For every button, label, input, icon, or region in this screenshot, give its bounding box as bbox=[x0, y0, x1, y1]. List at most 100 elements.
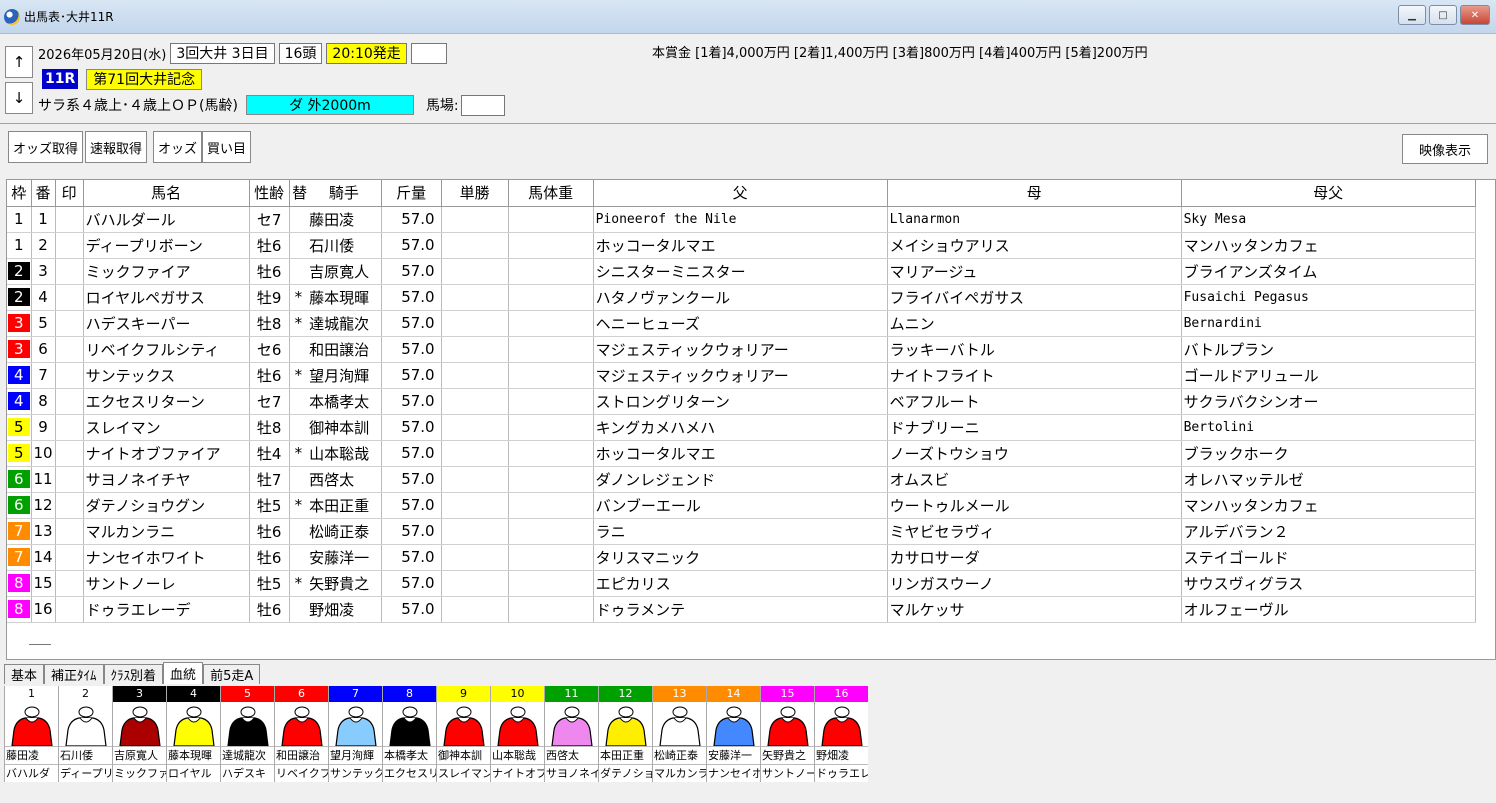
table-row[interactable]: 4 7 サンテックス 牡6 * 望月洵輝 57.0 マジェスティックウォリアー ナイトフライトゴ… bbox=[7, 362, 1476, 389]
waku-badge: 8 bbox=[7, 600, 30, 618]
table-row[interactable]: 5 9 スレイマン 牡8 御神本訓 57.0 キングカメハメハ ドナブリーニ Bertolini bbox=[7, 414, 1476, 441]
col-header[interactable]: 枠 bbox=[7, 180, 32, 207]
col-header[interactable]: 母 bbox=[887, 180, 1182, 207]
col-header[interactable]: 父 bbox=[593, 180, 888, 207]
jockey: 矢野貴之 bbox=[307, 570, 382, 597]
silk-column[interactable]: 7 望月洵輝 サンテック bbox=[328, 686, 382, 782]
table-row[interactable]: 3 6 リベイクフルシティ セ6 和田譲治 57.0 マジェスティックウォリアー ラッキーバト… bbox=[7, 336, 1476, 363]
horse-name: ナンセイホワイト bbox=[83, 544, 250, 571]
mark bbox=[55, 518, 84, 545]
jockey: 本田正重 bbox=[307, 492, 382, 519]
sex-age: 牡8 bbox=[249, 310, 290, 337]
damsire: Fusaichi Pegasus bbox=[1181, 284, 1476, 311]
table-row[interactable]: 7 14 ナンセイホワイト 牡6 安藤洋一 57.0 タリスマニック カサロサーダ ステイゴール… bbox=[7, 544, 1476, 571]
table-row[interactable]: 2 4 ロイヤルペガサス 牡9 * 藤本現暉 57.0 ハタノヴァンクール フライバイペガサス F… bbox=[7, 284, 1476, 311]
kaime-button[interactable]: 買い目 bbox=[202, 131, 252, 163]
kinryo: 57.0 bbox=[381, 284, 442, 311]
tab-血統[interactable]: 血統 bbox=[163, 662, 204, 684]
silk-number: 9 bbox=[437, 686, 490, 702]
next-race-button[interactable]: ↓ bbox=[5, 82, 33, 114]
col-header[interactable]: 馬体重 bbox=[508, 180, 594, 207]
silk-column[interactable]: 13 松崎正泰 マルカンラ bbox=[652, 686, 706, 782]
col-header[interactable]: 印 bbox=[55, 180, 84, 207]
horse-name: リベイクフルシティ bbox=[83, 336, 250, 363]
prev-race-button[interactable]: ↑ bbox=[5, 46, 33, 78]
jockey-silk-icon bbox=[815, 702, 868, 746]
minimize-button[interactable]: ▁ bbox=[1398, 5, 1426, 25]
col-header[interactable]: 性齢 bbox=[249, 180, 290, 207]
col-header[interactable]: 単勝 bbox=[441, 180, 509, 207]
col-header[interactable]: 番 bbox=[31, 180, 56, 207]
mark bbox=[55, 206, 84, 233]
odds bbox=[441, 388, 509, 415]
mark bbox=[55, 544, 84, 571]
odds bbox=[441, 518, 509, 545]
silk-column[interactable]: 9 御神本訓 スレイマン bbox=[436, 686, 490, 782]
silk-number: 7 bbox=[329, 686, 382, 702]
sex-age: 牡5 bbox=[249, 492, 290, 519]
maximize-button[interactable]: □ bbox=[1429, 5, 1457, 25]
close-button[interactable]: ✕ bbox=[1460, 5, 1490, 25]
silk-column[interactable]: 4 藤本現暉 ロイヤル bbox=[166, 686, 220, 782]
table-row[interactable]: 2 3 ミックファイア 牡6 吉原寛人 57.0 シニスターミニスター マリアージュ ブライアン… bbox=[7, 258, 1476, 285]
waku-cell: 8 bbox=[7, 570, 32, 597]
mark bbox=[55, 388, 84, 415]
table-row[interactable]: 1 2 ディープリボーン 牡6 石川倭 57.0 ホッコータルマエ メイショウアリス マンハッタ… bbox=[7, 232, 1476, 259]
odds-button[interactable]: オッズ bbox=[153, 131, 203, 163]
jockey-silk-icon bbox=[491, 702, 544, 746]
silk-column[interactable]: 11 西啓太 サヨノネイ bbox=[544, 686, 598, 782]
silk-column[interactable]: 8 本橋孝太 エクセスリ bbox=[382, 686, 436, 782]
jockey-silk-icon bbox=[329, 702, 382, 746]
table-row[interactable]: 6 12 ダテノショウグン 牡5 * 本田正重 57.0 バンブーエール ウートゥルメール マンハ… bbox=[7, 492, 1476, 519]
tab-前5走A[interactable]: 前5走A bbox=[203, 664, 261, 684]
table-row[interactable]: 3 5 ハデスキーパー 牡8 * 達城龍次 57.0 ヘニーヒューズ ムニン Bernardini bbox=[7, 310, 1476, 337]
table-row[interactable]: 8 15 サントノーレ 牡5 * 矢野貴之 57.0 エピカリス リンガスウーノ サウスヴィグラス bbox=[7, 570, 1476, 597]
change-mark bbox=[289, 336, 308, 363]
silk-column[interactable]: 14 安藤洋一 ナンセイホ bbox=[706, 686, 760, 782]
silk-horse-name: ハデスキ bbox=[221, 764, 274, 782]
jockey-silk-icon bbox=[5, 702, 58, 746]
col-header[interactable]: 馬名 bbox=[83, 180, 250, 207]
silk-jockey-name: 矢野貴之 bbox=[761, 746, 814, 764]
race-conditions: サラ系４歳上･４歳上ＯＰ(馬齢) bbox=[38, 98, 238, 114]
waku-badge: 3 bbox=[7, 340, 30, 358]
dam: リンガスウーノ bbox=[887, 570, 1182, 597]
table-row[interactable]: 1 1 バハルダール セ7 藤田凌 57.0 Pioneerof the Nile Llana… bbox=[7, 206, 1476, 233]
tab-補正ﾀｲﾑ[interactable]: 補正ﾀｲﾑ bbox=[44, 664, 104, 684]
silk-column[interactable]: 2 石川倭 ディープリ bbox=[58, 686, 112, 782]
silk-column[interactable]: 6 和田譲治 リベイクフ bbox=[274, 686, 328, 782]
silk-column[interactable]: 10 山本聡哉 ナイトオブ bbox=[490, 686, 544, 782]
num: 4 bbox=[31, 284, 56, 311]
col-header[interactable]: 替 bbox=[289, 180, 308, 207]
body-weight bbox=[508, 232, 594, 259]
num: 11 bbox=[31, 466, 56, 493]
jockey-silk-icon bbox=[167, 702, 220, 746]
col-header[interactable]: 騎手 bbox=[307, 180, 382, 207]
silk-column[interactable]: 16 野畑凌 ドゥラエレ bbox=[814, 686, 868, 782]
num: 16 bbox=[31, 596, 56, 623]
video-button[interactable]: 映像表示 bbox=[1402, 134, 1488, 164]
silk-number: 4 bbox=[167, 686, 220, 702]
silk-jockey-name: 本橋孝太 bbox=[383, 746, 436, 764]
table-row[interactable]: 4 8 エクセスリターン セ7 本橋孝太 57.0 ストロングリターン ベアフルート サクラバク… bbox=[7, 388, 1476, 415]
tab-基本[interactable]: 基本 bbox=[4, 664, 45, 684]
tab-ｸﾗｽ別着[interactable]: ｸﾗｽ別着 bbox=[103, 664, 164, 684]
change-mark bbox=[289, 388, 308, 415]
table-row[interactable]: 7 13 マルカンラニ 牡6 松崎正泰 57.0 ラニ ミヤビセラヴィ アルデバラン２ bbox=[7, 518, 1476, 545]
sokuho-fetch-button[interactable]: 速報取得 bbox=[85, 131, 148, 163]
sire: シニスターミニスター bbox=[593, 258, 888, 285]
silk-column[interactable]: 1 藤田凌 バハルダ bbox=[4, 686, 58, 782]
silk-jockey-name: 山本聡哉 bbox=[491, 746, 544, 764]
silk-column[interactable]: 5 達城龍次 ハデスキ bbox=[220, 686, 274, 782]
silk-column[interactable]: 3 吉原寛人 ミックファ bbox=[112, 686, 166, 782]
silk-column[interactable]: 12 本田正重 ダテノショ bbox=[598, 686, 652, 782]
sire: ホッコータルマエ bbox=[593, 232, 888, 259]
col-header[interactable]: 母父 bbox=[1181, 180, 1476, 207]
col-header[interactable]: 斤量 bbox=[381, 180, 442, 207]
silk-column[interactable]: 15 矢野貴之 サントノー bbox=[760, 686, 814, 782]
kinryo: 57.0 bbox=[381, 232, 442, 259]
odds-fetch-button[interactable]: オッズ取得 bbox=[8, 131, 84, 163]
table-row[interactable]: 8 16 ドゥラエレーデ 牡6 野畑凌 57.0 ドゥラメンテ マルケッサ オルフェーヴル bbox=[7, 596, 1476, 623]
table-row[interactable]: 5 10 ナイトオブファイア 牡4 * 山本聡哉 57.0 ホッコータルマエ ノーズトウショウブ… bbox=[7, 440, 1476, 467]
table-row[interactable]: 6 11 サヨノネイチヤ 牡7 西啓太 57.0 ダノンレジェンド オムスビ オレハマッテルゼ bbox=[7, 466, 1476, 493]
